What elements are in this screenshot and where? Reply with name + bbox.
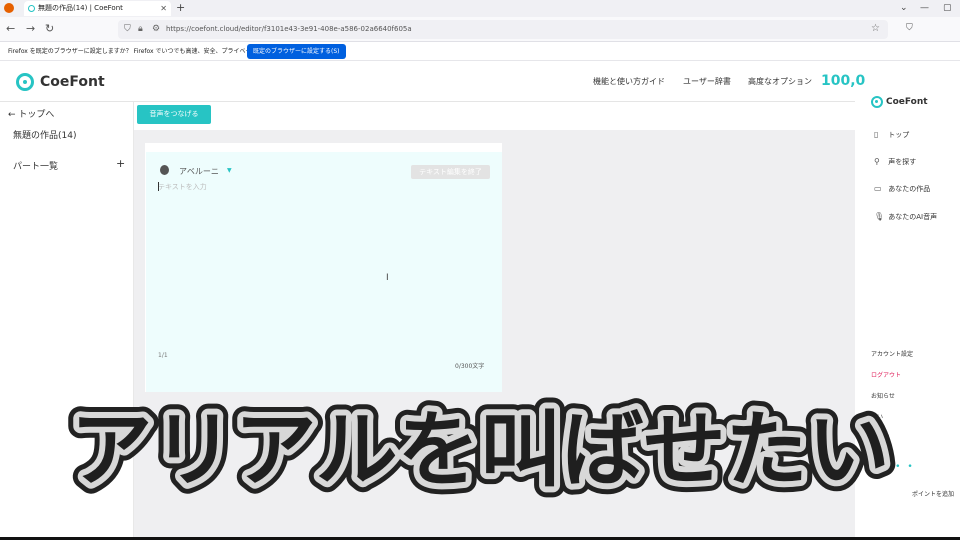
connect-audio-button[interactable]: 音声をつなげる [137, 105, 211, 124]
extensions-icon[interactable]: ⛉ [906, 23, 913, 33]
back-arrow-icon[interactable]: ← [6, 22, 15, 36]
browser-nav-bar: ← → ↻ ⛉ 🔒︎ ⚙ https://coefont.cloud/edito… [0, 17, 960, 42]
forward-arrow-icon[interactable]: → [26, 22, 35, 36]
drawer-item-label: トップ [888, 131, 910, 139]
text-block-card: アベルーニ ▼ テキスト編集を終了 テキストを入力 I 1/1 0/300文字 [145, 143, 502, 392]
editor-toolbar: 音声をつなげる [134, 102, 855, 130]
text-cursor [158, 182, 159, 191]
voice-selector[interactable]: アベルーニ [179, 166, 219, 177]
page-indicator: 1/1 [158, 352, 168, 359]
nav-guide[interactable]: 機能と使い方ガイド [593, 76, 665, 87]
coefont-logo-icon [16, 73, 34, 91]
drawer-item-your-ai-voice[interactable]: 🎙︎ あなたのAI音声 [874, 212, 937, 222]
reload-icon[interactable]: ↻ [45, 22, 54, 36]
coefont-logo-icon [871, 96, 883, 108]
logout-link[interactable]: ログアウト [871, 370, 901, 379]
lock-icon[interactable]: 🔒︎ [138, 22, 143, 36]
account-settings-link[interactable]: アカウント設定 [871, 349, 913, 358]
shield-icon[interactable]: ⛉ [124, 22, 131, 36]
caret-down-icon[interactable]: ▼ [227, 167, 232, 174]
default-browser-notification: Firefox を既定のブラウザーに設定しますか？ Firefox でいつでも高… [0, 42, 960, 61]
work-title[interactable]: 無題の作品(14) [13, 128, 76, 141]
browser-tab-bar: 無題の作品(14) | CoeFont ✕ + ⌄ — ▢ [0, 0, 960, 17]
character-count: 0/300文字 [455, 363, 485, 370]
permissions-icon[interactable]: ⚙ [152, 22, 160, 36]
voice-avatar [160, 165, 169, 175]
notification-text: Firefox を既定のブラウザーに設定しますか？ Firefox でいつでも高… [8, 48, 270, 55]
bookmark-icon: ▯ [874, 130, 879, 139]
nav-user-dictionary[interactable]: ユーザー辞書 [683, 76, 731, 87]
drawer-item-top[interactable]: ▯ トップ [874, 130, 909, 140]
coefont-logo[interactable]: CoeFont [16, 72, 105, 92]
search-people-icon: ⚲ [874, 157, 880, 166]
nav-advanced-options[interactable]: 高度なオプション [748, 76, 812, 87]
new-tab-icon[interactable]: + [176, 1, 185, 15]
drawer-item-label: あなたの作品 [888, 185, 931, 193]
folder-icon: ▭ [874, 184, 882, 193]
ibeam-cursor-icon: I [386, 273, 389, 283]
url-text[interactable]: https://coefont.cloud/editor/f3101e43-3e… [166, 20, 412, 39]
parts-list-label: パート一覧 [13, 162, 59, 172]
url-bar[interactable]: ⛉ 🔒︎ ⚙ https://coefont.cloud/editor/f310… [118, 20, 888, 39]
overlay-caption: アリアルを叫ばせたい アリアルを叫ばせたい アリアルを叫ばせたい [0, 392, 960, 509]
logo-text: CoeFont [40, 74, 105, 90]
drawer-item-label: 声を探す [888, 158, 917, 166]
drawer-item-label: あなたのAI音声 [888, 213, 938, 221]
end-text-edit-button[interactable]: テキスト編集を終了 [411, 165, 490, 179]
text-input[interactable]: テキストを入力 [158, 182, 207, 192]
maximize-icon[interactable]: ▢ [943, 1, 952, 15]
microphone-icon: 🎙︎ [874, 212, 885, 221]
star-icon[interactable]: ☆ [871, 22, 880, 36]
firefox-menu-icon[interactable] [4, 3, 14, 13]
text-block[interactable]: アベルーニ ▼ テキスト編集を終了 テキストを入力 I 1/1 0/300文字 [146, 152, 502, 392]
back-to-top-link[interactable]: ← トップへ [8, 107, 54, 120]
drawer-item-your-works[interactable]: ▭ あなたの作品 [874, 184, 930, 194]
drawer-item-search-voice[interactable]: ⚲ 声を探す [874, 157, 916, 167]
coefont-favicon-icon [28, 5, 35, 12]
drawer-logo-text: CoeFont [886, 97, 928, 107]
caption-text: アリアルを叫ばせたい [70, 403, 889, 498]
minimize-icon[interactable]: — [920, 1, 929, 15]
caption-svg: アリアルを叫ばせたい アリアルを叫ばせたい アリアルを叫ばせたい [59, 392, 900, 509]
add-part-button[interactable]: + [116, 157, 125, 170]
drawer-logo[interactable]: CoeFont [871, 96, 928, 108]
browser-tab[interactable]: 無題の作品(14) | CoeFont ✕ [24, 1, 171, 16]
set-default-button[interactable]: 既定のブラウザーに設定する(S) [247, 44, 346, 59]
tab-title: 無題の作品(14) | CoeFont [38, 4, 123, 12]
chevron-down-icon[interactable]: ⌄ [900, 1, 908, 15]
app-header: CoeFont 機能と使い方ガイド ユーザー辞書 高度なオプション 100,0 [0, 62, 960, 102]
close-icon[interactable]: ✕ [160, 1, 167, 16]
page: 無題の作品(14) | CoeFont ✕ + ⌄ — ▢ ← → ↻ ⛉ 🔒︎… [0, 0, 960, 540]
